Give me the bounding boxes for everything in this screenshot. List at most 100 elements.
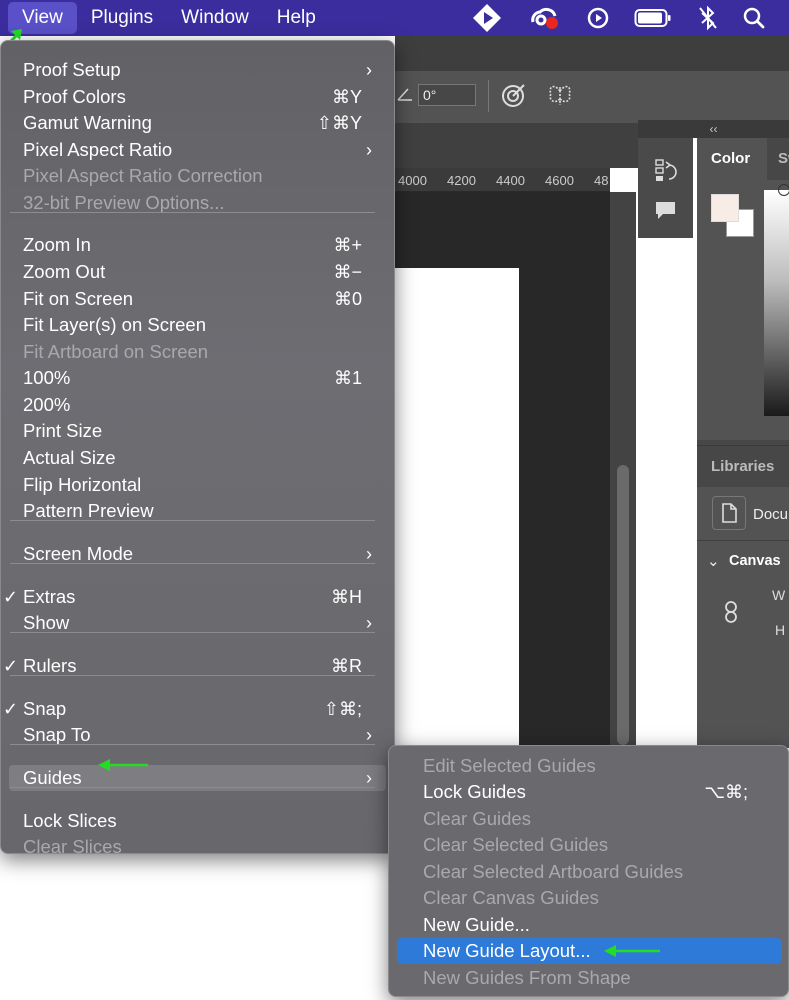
libraries-document-label: Docu [753, 506, 789, 523]
menu-item-flip-horizontal[interactable]: Flip Horizontal [1, 472, 394, 498]
menu-item-proof-setup[interactable]: Proof Setup › [1, 57, 394, 83]
submenu-item-new-guide-layout[interactable]: New Guide Layout... [397, 938, 782, 964]
chevron-right-icon: › [366, 140, 372, 160]
height-label: H [775, 622, 786, 638]
menu-item-label: Fit on Screen [23, 288, 134, 309]
angle-input[interactable]: 0° [418, 84, 476, 106]
menu-item-zoom-in[interactable]: Zoom In ⌘+ [1, 232, 394, 258]
menu-item-fit-on-screen[interactable]: Fit on Screen ⌘0 [1, 286, 394, 312]
battery-icon[interactable] [634, 0, 672, 36]
menu-separator [10, 675, 375, 676]
submenu-item-label: Clear Selected Artboard Guides [423, 861, 684, 882]
play-circle-icon[interactable] [586, 0, 610, 36]
ruler-tick: 48 [594, 173, 609, 188]
submenu-item-clear-selected-artboard-guides[interactable]: Clear Selected Artboard Guides [397, 859, 782, 885]
menubar-plugins[interactable]: Plugins [77, 2, 167, 34]
menu-item-proof-colors[interactable]: Proof Colors ⌘Y [1, 84, 394, 110]
angle-icon [397, 88, 412, 101]
ruler-tick: 4200 [447, 173, 476, 188]
menu-separator [10, 563, 375, 564]
menu-item-shortcut: ⇧⌘Y [316, 113, 362, 133]
chevron-down-icon[interactable]: ⌄ [707, 552, 720, 570]
submenu-item-clear-canvas-guides[interactable]: Clear Canvas Guides [397, 885, 782, 911]
color-picker-handle[interactable] [778, 184, 789, 196]
tab-libraries[interactable]: Libraries [711, 458, 774, 475]
tab-color[interactable]: Color [711, 150, 750, 167]
annotation-arrow-icon [98, 759, 148, 771]
submenu-item-label: New Guide Layout... [423, 940, 591, 961]
menu-separator [10, 212, 375, 213]
menu-item-label: Print Size [23, 420, 103, 441]
menu-item-shortcut: ⌘H [331, 587, 362, 607]
menubar-help[interactable]: Help [263, 2, 330, 34]
tab-swatches[interactable]: Sw [778, 150, 789, 167]
menu-item-extras[interactable]: ✓ Extras ⌘H [1, 584, 394, 610]
submenu-item-clear-guides[interactable]: Clear Guides [397, 806, 782, 832]
chevron-right-icon: › [366, 60, 372, 80]
document-button[interactable] [712, 496, 746, 530]
target-icon[interactable] [500, 81, 528, 109]
annotation-arrow-icon [604, 945, 660, 957]
butterfly-icon[interactable] [546, 81, 574, 109]
properties-panel [697, 540, 789, 748]
collapse-icon[interactable]: ‹‹ [710, 122, 718, 136]
submenu-item-lock-guides[interactable]: Lock Guides ⌥⌘; [397, 779, 782, 805]
menu-item-label: Fit Layer(s) on Screen [23, 314, 207, 335]
menu-item-lock-slices[interactable]: Lock Slices [1, 808, 394, 834]
horizontal-ruler: 4000 4200 4400 4600 48 [395, 168, 610, 192]
menu-item-actual-size[interactable]: Actual Size [1, 445, 394, 471]
menu-item-snap[interactable]: ✓ Snap ⇧⌘; [1, 696, 394, 722]
checkmark-icon: ✓ [3, 587, 19, 607]
menu-item-label: 100% [23, 367, 71, 388]
search-icon[interactable] [742, 0, 766, 36]
submenu-item-shortcut: ⌥⌘; [704, 782, 748, 802]
submenu-item-new-guides-from-shape[interactable]: New Guides From Shape [397, 965, 782, 991]
menu-item-zoom-out[interactable]: Zoom Out ⌘− [1, 259, 394, 285]
panel-collapse-bar[interactable]: ‹‹ [638, 120, 789, 138]
link-icon[interactable] [722, 600, 740, 624]
menu-item-label: Actual Size [23, 447, 116, 468]
menu-item-pixel-aspect-ratio-correction[interactable]: Pixel Aspect Ratio Correction [1, 163, 394, 189]
width-label: W [772, 587, 786, 603]
submenu-item-label: New Guides From Shape [423, 967, 631, 988]
submenu-item-label: Edit Selected Guides [423, 755, 596, 776]
guides-submenu: Edit Selected Guides Lock Guides ⌥⌘; Clear … [388, 745, 789, 997]
menu-item-label: Snap [23, 698, 67, 719]
menu-item-clear-slices[interactable]: Clear Slices [1, 834, 394, 860]
menu-separator [10, 520, 375, 521]
scrollbar-thumb[interactable] [617, 465, 629, 745]
creative-cloud-icon[interactable] [528, 0, 560, 36]
menu-separator [10, 744, 375, 745]
menu-bar: View Plugins Window Help [0, 0, 789, 36]
history-icon[interactable] [653, 157, 679, 183]
menu-item-zoom-200[interactable]: 200% [1, 392, 394, 418]
menu-item-fit-layers-on-screen[interactable]: Fit Layer(s) on Screen [1, 312, 394, 338]
menu-item-shortcut: ⇧⌘; [323, 699, 362, 719]
menu-item-pixel-aspect-ratio[interactable]: Pixel Aspect Ratio › [1, 137, 394, 163]
menu-item-zoom-100[interactable]: 100% ⌘1 [1, 365, 394, 391]
menu-item-gamut-warning[interactable]: Gamut Warning ⇧⌘Y [1, 110, 394, 136]
comments-icon[interactable] [654, 199, 678, 223]
submenu-item-new-guide[interactable]: New Guide... [397, 912, 782, 938]
menu-item-shortcut: ⌘+ [333, 235, 362, 255]
menu-separator [10, 787, 375, 788]
menu-item-label: Clear Slices [23, 836, 122, 857]
menu-item-fit-artboard-on-screen[interactable]: Fit Artboard on Screen [1, 339, 394, 365]
submenu-item-clear-selected-guides[interactable]: Clear Selected Guides [397, 832, 782, 858]
tab-strip [395, 123, 638, 168]
menu-item-print-size[interactable]: Print Size [1, 418, 394, 444]
stage-manager-icon[interactable] [470, 0, 504, 36]
bluetooth-icon[interactable] [698, 0, 718, 36]
menu-item-shortcut: ⌘1 [333, 368, 362, 388]
menu-item-label: 200% [23, 394, 71, 415]
menu-item-label: Flip Horizontal [23, 474, 142, 495]
menu-item-label: Pixel Aspect Ratio Correction [23, 165, 263, 186]
view-menu: Proof Setup › Proof Colors ⌘Y Gamut Warning ⇧… [0, 40, 395, 857]
menubar-window[interactable]: Window [167, 2, 263, 34]
submenu-item-label: New Guide... [423, 914, 530, 935]
document-canvas[interactable] [395, 268, 519, 747]
submenu-item-edit-selected-guides[interactable]: Edit Selected Guides [397, 753, 782, 779]
foreground-color-swatch[interactable] [711, 194, 739, 222]
color-field[interactable] [764, 190, 789, 416]
app-title-strip [395, 36, 789, 70]
